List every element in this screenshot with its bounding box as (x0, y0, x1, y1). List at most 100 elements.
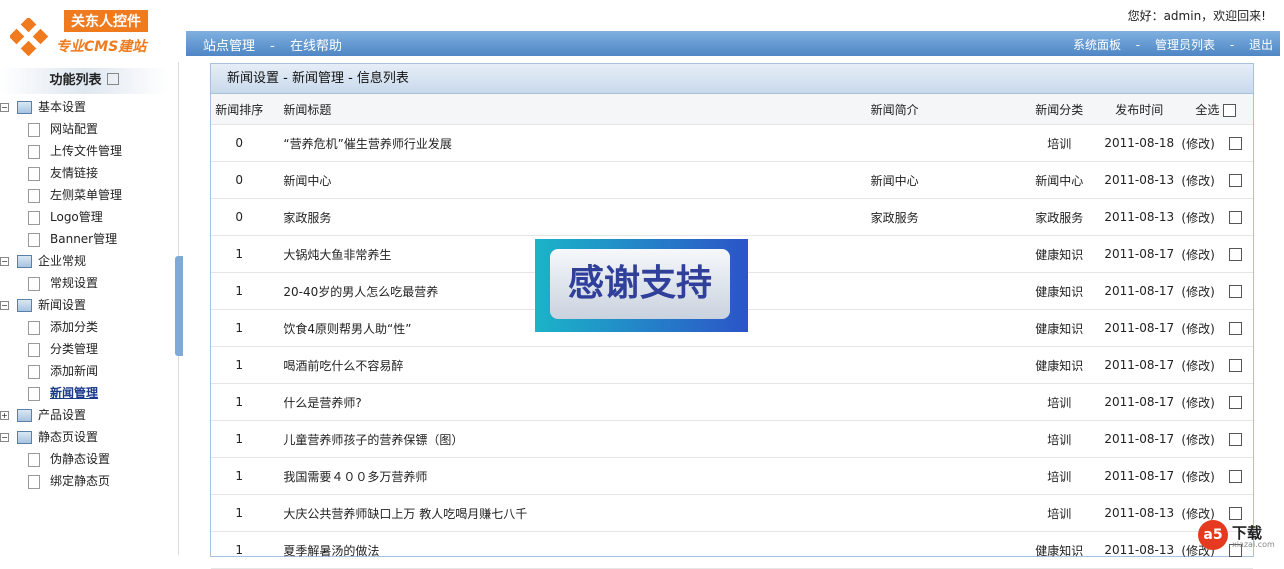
row-edit-link[interactable]: (修改) (1178, 383, 1218, 421)
row-intro: 家政服务 (850, 198, 1019, 236)
row-title: 喝酒前吃什么不容易醉 (267, 346, 851, 384)
row-select-cell (1217, 420, 1253, 458)
sidebar-item-left-menu[interactable]: 左侧菜单管理 (28, 184, 122, 206)
select-all-label: 全选 (1195, 102, 1220, 117)
row-edit-link[interactable]: (修改) (1178, 457, 1218, 495)
row-date: 2011-08-13 (1100, 531, 1179, 569)
row-date: 2011-08-17 (1100, 383, 1179, 421)
row-checkbox[interactable] (1228, 248, 1242, 261)
row-intro: 新闻中心 (850, 161, 1019, 199)
sidebar-item-logo[interactable]: Logo管理 (28, 206, 103, 228)
collapse-icon[interactable]: − (0, 103, 9, 112)
row-edit-link[interactable]: (修改) (1178, 420, 1218, 458)
row-intro (850, 457, 1019, 495)
row-order: 1 (211, 494, 268, 532)
document-icon (28, 342, 40, 357)
nav-system-panel[interactable]: 系统面板 (1073, 38, 1121, 52)
row-date: 2011-08-17 (1100, 235, 1179, 273)
row-checkbox[interactable] (1228, 322, 1242, 335)
tree-group-basic[interactable]: − 基本设置 (0, 96, 86, 118)
a5-logo-icon: a5 (1198, 520, 1228, 550)
sidebar-item-banner[interactable]: Banner管理 (28, 228, 117, 250)
document-icon (28, 364, 40, 379)
row-edit-link[interactable]: (修改) (1178, 346, 1218, 384)
row-order: 0 (211, 124, 268, 162)
watermark-site: xiazai.com (1232, 540, 1275, 549)
logo: 关东人控件 专业CMS建站 (8, 8, 158, 58)
collapse-icon[interactable]: − (0, 257, 9, 266)
row-edit-link[interactable]: (修改) (1178, 124, 1218, 162)
sidebar-item-add-category[interactable]: 添加分类 (28, 316, 98, 338)
thanks-banner: 感谢支持 (535, 239, 748, 332)
row-checkbox[interactable] (1228, 507, 1242, 520)
row-edit-link[interactable]: (修改) (1178, 309, 1218, 347)
row-checkbox[interactable] (1228, 359, 1242, 372)
row-date: 2011-08-13 (1100, 494, 1179, 532)
table-header-row: 新闻排序 新闻标题 新闻简介 新闻分类 发布时间 全选 (211, 94, 1253, 125)
row-category: 培训 (1018, 124, 1101, 162)
item-label: 添加分类 (50, 320, 99, 334)
row-checkbox[interactable] (1228, 211, 1242, 224)
document-icon (28, 210, 40, 225)
row-select-cell (1217, 272, 1253, 310)
table-icon (17, 299, 32, 312)
row-edit-link[interactable]: (修改) (1178, 198, 1218, 236)
thanks-text: 感谢支持 (550, 249, 730, 319)
expand-icon[interactable]: + (0, 411, 9, 420)
table-icon (17, 409, 32, 422)
document-icon (28, 144, 40, 159)
sidebar-collapse-handle[interactable] (175, 256, 183, 356)
row-edit-link[interactable]: (修改) (1178, 235, 1218, 273)
tree-group-news[interactable]: − 新闻设置 (0, 294, 86, 316)
row-checkbox[interactable] (1228, 285, 1242, 298)
select-all-checkbox[interactable] (1223, 103, 1237, 117)
row-title: 我国需要４００多万营养师 (267, 457, 851, 495)
tree-group-company[interactable]: − 企业常规 (0, 250, 86, 272)
sidebar-item-news-management[interactable]: 新闻管理 (28, 382, 98, 404)
row-checkbox[interactable] (1228, 174, 1242, 187)
item-label: 伪静态设置 (50, 452, 111, 466)
row-checkbox[interactable] (1228, 433, 1242, 446)
table-icon (17, 101, 32, 114)
item-label: 新闻管理 (50, 386, 99, 400)
row-checkbox[interactable] (1228, 396, 1242, 409)
collapse-icon[interactable]: − (0, 433, 9, 442)
user-greeting: 您好：admin，欢迎回来! (1127, 9, 1266, 23)
logo-brand-name: 关东人控件 (64, 10, 148, 32)
sidebar-item-bind-static[interactable]: 绑定静态页 (28, 470, 110, 492)
nav-logout[interactable]: 退出 (1249, 38, 1273, 52)
col-intro: 新闻简介 (850, 94, 1019, 125)
nav-site-management[interactable]: 站点管理 (203, 39, 255, 54)
row-select-cell (1217, 161, 1253, 199)
nav-online-help[interactable]: 在线帮助 (290, 39, 342, 54)
collapse-icon[interactable]: − (0, 301, 9, 310)
row-edit-link[interactable]: (修改) (1178, 272, 1218, 310)
tree-group-products[interactable]: + 产品设置 (0, 404, 86, 426)
nav-admin-list[interactable]: 管理员列表 (1155, 38, 1215, 52)
item-label: Banner管理 (50, 232, 118, 246)
row-edit-link[interactable]: (修改) (1178, 161, 1218, 199)
row-checkbox[interactable] (1228, 137, 1242, 150)
row-title: 大庆公共营养师缺口上万 教人吃喝月赚七八千 (267, 494, 851, 532)
row-intro (850, 124, 1019, 162)
sidebar-item-site-config[interactable]: 网站配置 (28, 118, 98, 140)
item-label: 网站配置 (50, 122, 99, 136)
row-checkbox[interactable] (1228, 470, 1242, 483)
sidebar-item-general-settings[interactable]: 常规设置 (28, 272, 98, 294)
sidebar-item-add-news[interactable]: 添加新闻 (28, 360, 98, 382)
document-icon (28, 188, 40, 203)
row-intro (850, 531, 1019, 569)
row-select-cell (1217, 346, 1253, 384)
item-label: 上传文件管理 (50, 144, 123, 158)
sidebar-item-upload-files[interactable]: 上传文件管理 (28, 140, 122, 162)
external-link-icon[interactable] (106, 73, 119, 85)
top-header: 关东人控件 专业CMS建站 您好：admin，欢迎回来! (0, 0, 1284, 56)
table-icon (17, 255, 32, 268)
sidebar-item-friend-links[interactable]: 友情链接 (28, 162, 98, 184)
sidebar-title: 功能列表 (0, 68, 168, 94)
sidebar-item-pseudo-static[interactable]: 伪静态设置 (28, 448, 110, 470)
sidebar-item-category-management[interactable]: 分类管理 (28, 338, 98, 360)
row-select-cell (1217, 124, 1253, 162)
row-title: 新闻中心 (267, 161, 851, 199)
tree-group-static-pages[interactable]: − 静态页设置 (0, 426, 98, 448)
